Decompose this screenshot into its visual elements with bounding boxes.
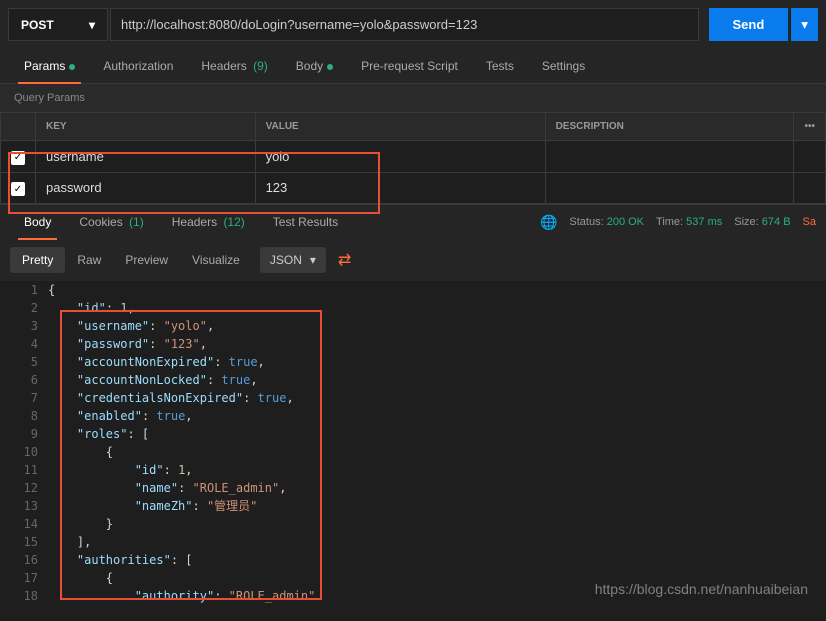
method-select[interactable]: POST ▾ bbox=[8, 8, 108, 41]
chevron-down-icon: ▾ bbox=[89, 18, 95, 32]
tab-authorization[interactable]: Authorization bbox=[89, 49, 187, 83]
annotation-box bbox=[60, 310, 322, 600]
chevron-down-icon: ▾ bbox=[310, 253, 316, 267]
send-options-button[interactable]: ▾ bbox=[790, 8, 818, 41]
url-input[interactable] bbox=[110, 8, 699, 41]
tab-tests[interactable]: Tests bbox=[472, 49, 528, 83]
tab-settings[interactable]: Settings bbox=[528, 49, 599, 83]
tab-body[interactable]: Body bbox=[282, 49, 347, 83]
view-visualize[interactable]: Visualize bbox=[180, 247, 252, 273]
request-toolbar: POST ▾ Send ▾ bbox=[0, 0, 826, 49]
resp-tab-body[interactable]: Body bbox=[10, 205, 65, 239]
view-pretty[interactable]: Pretty bbox=[10, 247, 65, 273]
tab-headers[interactable]: Headers (9) bbox=[187, 49, 281, 83]
time-label: Time: 537 ms bbox=[656, 216, 722, 228]
send-button[interactable]: Send bbox=[709, 8, 789, 41]
resp-tab-tests[interactable]: Test Results bbox=[259, 205, 352, 239]
method-value: POST bbox=[21, 18, 54, 32]
tab-params[interactable]: Params bbox=[10, 49, 89, 83]
tab-prerequest[interactable]: Pre-request Script bbox=[347, 49, 472, 83]
col-key: KEY bbox=[36, 113, 256, 141]
view-raw[interactable]: Raw bbox=[65, 247, 113, 273]
format-select[interactable]: JSON▾ bbox=[260, 247, 326, 273]
resp-tab-cookies[interactable]: Cookies (1) bbox=[65, 205, 157, 239]
resp-tab-headers[interactable]: Headers (12) bbox=[158, 205, 259, 239]
response-tabs: Body Cookies (1) Headers (12) Test Resul… bbox=[0, 204, 826, 239]
view-preview[interactable]: Preview bbox=[113, 247, 180, 273]
status-label: Status: 200 OK bbox=[569, 216, 644, 228]
status-dot-icon bbox=[327, 64, 333, 70]
query-params-header: Query Params bbox=[0, 84, 826, 112]
request-tabs: Params Authorization Headers (9) Body Pr… bbox=[0, 49, 826, 84]
wrap-lines-icon[interactable]: ⇄ bbox=[338, 250, 351, 270]
globe-icon[interactable]: 🌐 bbox=[540, 214, 557, 231]
col-description: DESCRIPTION bbox=[545, 113, 794, 141]
status-dot-icon bbox=[69, 64, 75, 70]
watermark: https://blog.csdn.net/nanhuaibeian bbox=[595, 581, 808, 597]
view-mode-bar: Pretty Raw Preview Visualize JSON▾ ⇄ bbox=[0, 239, 826, 281]
more-icon[interactable]: ••• bbox=[794, 113, 826, 141]
save-response-button[interactable]: Sa bbox=[803, 216, 816, 228]
col-value: VALUE bbox=[255, 113, 545, 141]
size-label: Size: 674 B bbox=[734, 216, 790, 228]
